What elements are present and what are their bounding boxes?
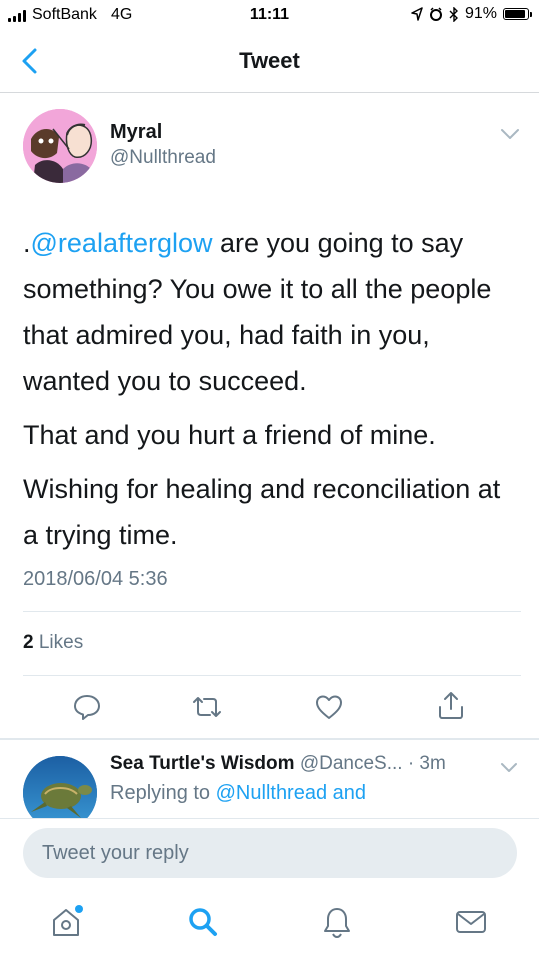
- alarm-icon: [429, 7, 442, 21]
- tweet-paragraph: Wishing for healing and reconciliation a…: [23, 474, 501, 550]
- divider: [23, 675, 521, 676]
- nav-bar: Tweet: [0, 32, 539, 93]
- divider: [23, 611, 521, 612]
- author-handle[interactable]: @Nullthread: [110, 147, 216, 169]
- battery-icon: [503, 8, 532, 20]
- tweet-options-button[interactable]: [500, 127, 520, 146]
- retweet-button[interactable]: [187, 687, 227, 727]
- page-title: Tweet: [239, 48, 300, 73]
- reply-author-handle[interactable]: @DanceS...: [300, 753, 403, 774]
- likes-count[interactable]: 2 Likes: [23, 632, 83, 654]
- likes-label: Likes: [33, 632, 84, 653]
- reply-header: Sea Turtle's Wisdom @DanceS... · 3m: [110, 753, 446, 775]
- search-icon: [189, 908, 217, 936]
- retweet-icon: [193, 697, 221, 717]
- tweet-text: .@realafterglow are you going to say som…: [23, 220, 518, 566]
- replying-to-link[interactable]: @Nullthread and: [216, 782, 366, 804]
- share-icon: [439, 692, 463, 719]
- replying-prefix: Replying to: [110, 782, 216, 804]
- reply-author-name[interactable]: Sea Turtle's Wisdom: [110, 753, 295, 774]
- battery-fill: [505, 10, 526, 18]
- tweet-timestamp: 2018/06/04 5:36: [23, 568, 168, 590]
- status-bar: SoftBank 4G 11:11 91%: [0, 0, 539, 32]
- location-icon: [411, 7, 423, 21]
- reply-button[interactable]: [67, 687, 107, 727]
- tweet-paragraph: That and you hurt a friend of mine.: [23, 420, 436, 450]
- tab-home[interactable]: [48, 904, 84, 940]
- notifications-icon: [324, 908, 350, 939]
- likes-number: 2: [23, 632, 34, 653]
- section-separator: [0, 738, 539, 740]
- home-icon: [53, 905, 83, 936]
- reply-options-button[interactable]: [500, 760, 518, 778]
- like-button[interactable]: [309, 687, 349, 727]
- messages-icon: [456, 911, 486, 933]
- replying-to: Replying to @Nullthread and: [110, 782, 366, 805]
- tweet-paragraph: .@realafterglow are you going to say som…: [23, 220, 518, 404]
- tab-search[interactable]: [185, 904, 221, 940]
- chevron-down-icon: [501, 763, 517, 772]
- status-right: 91%: [411, 5, 532, 23]
- like-icon: [316, 695, 342, 719]
- reply-input-placeholder: Tweet your reply: [42, 842, 189, 864]
- chevron-down-icon: [501, 129, 519, 139]
- battery-percent: 91%: [464, 5, 497, 22]
- author-name[interactable]: Myral: [110, 121, 162, 144]
- reply-icon: [74, 695, 100, 720]
- mention-link[interactable]: @realafterglow: [31, 228, 213, 258]
- bluetooth-icon: [449, 6, 458, 22]
- tweet-prefix: .: [23, 228, 31, 258]
- avatar-illustration: [23, 109, 97, 183]
- reply-time: · 3m: [407, 753, 446, 774]
- tab-messages[interactable]: [453, 904, 489, 940]
- avatar[interactable]: [23, 109, 97, 183]
- tab-notifications[interactable]: [319, 904, 355, 940]
- share-button[interactable]: [431, 685, 471, 725]
